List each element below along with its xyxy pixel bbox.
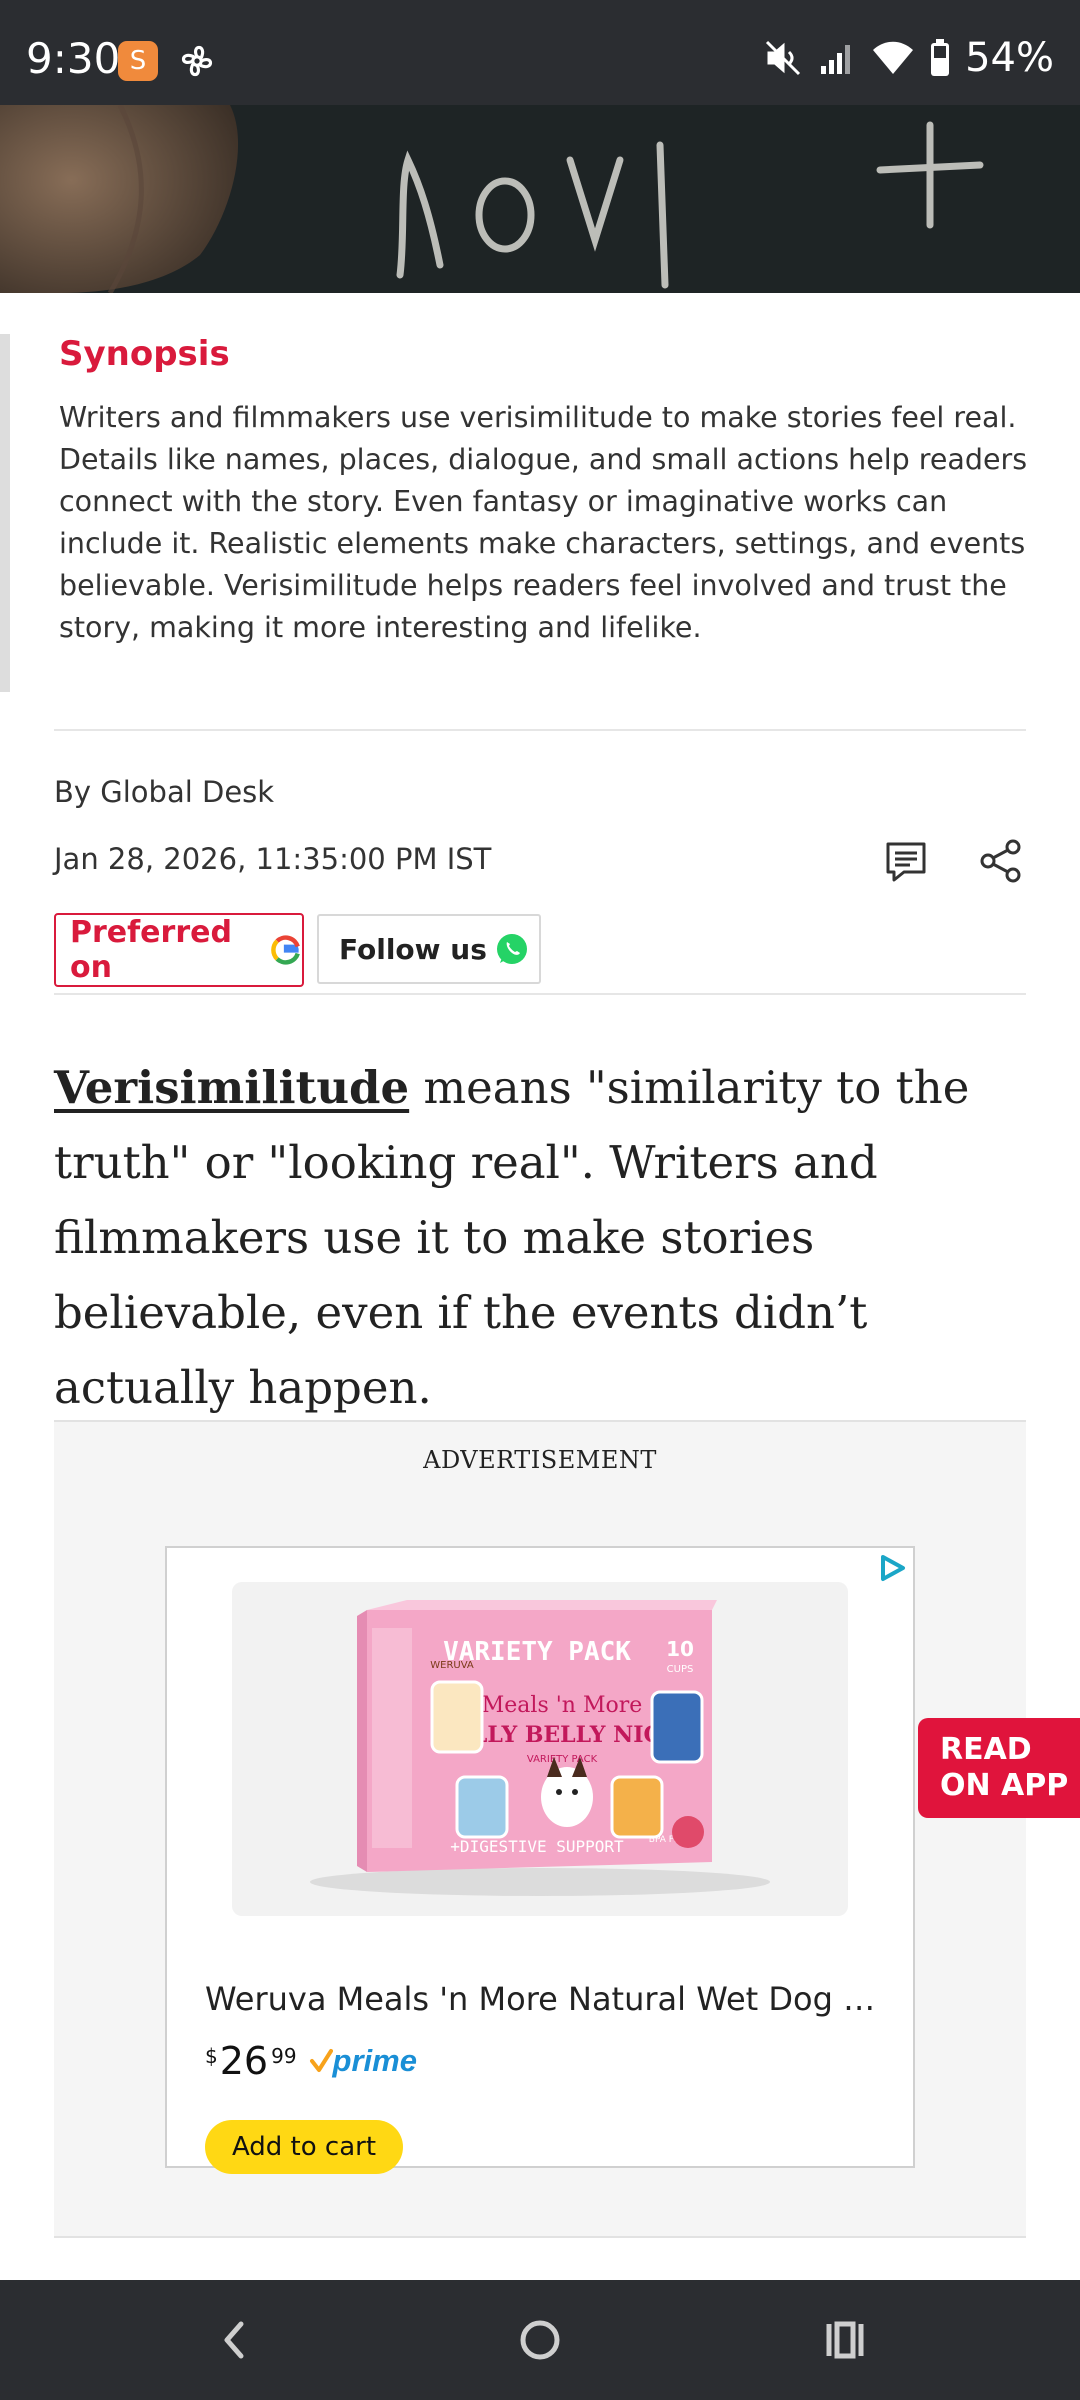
battery-icon (931, 39, 950, 76)
verisimilitude-link[interactable]: Verisimilitude (54, 1061, 409, 1114)
synopsis-title: Synopsis (59, 334, 230, 374)
product-title[interactable]: Weruva Meals 'n More Natural Wet Dog Foo… (205, 1980, 885, 2018)
ad-card[interactable]: VARIETY PACK WERUVA 10 CUPS Meals 'n Mor… (165, 1546, 915, 2174)
pack-count: 10 (666, 1637, 694, 1661)
read-on-app-button[interactable]: READ ON APP (918, 1718, 1080, 1818)
publish-date: Jan 28, 2026, 11:35:00 PM IST (54, 842, 492, 876)
share-icon[interactable] (978, 838, 1024, 884)
follow-us-whatsapp-button[interactable]: Follow us (317, 914, 541, 984)
status-time: 9:30 (26, 34, 121, 83)
comment-icon[interactable] (882, 838, 930, 886)
product-image[interactable]: VARIETY PACK WERUVA 10 CUPS Meals 'n Mor… (232, 1582, 848, 1916)
article-hero-image (0, 105, 1080, 293)
whatsapp-icon (496, 934, 527, 964)
read-on-app-line1: READ (940, 1732, 1032, 1767)
read-on-app-line2: ON APP (940, 1768, 1069, 1803)
battery-percent: 54% (965, 35, 1054, 81)
status-right-group: 54% (763, 34, 1054, 82)
pack-count-label: CUPS (667, 1664, 694, 1675)
wifi-icon (873, 41, 914, 74)
dog-food-box-image: VARIETY PACK WERUVA 10 CUPS Meals 'n Mor… (310, 1600, 770, 1896)
fan-icon (181, 45, 213, 77)
prime-label: prime (332, 2043, 417, 2078)
s-app-icon: S (118, 41, 158, 81)
advertisement-section: ADVERTISEMENT VARIETY PACK WERUVA 10 CUP… (54, 1420, 1026, 2238)
preferred-on-google-button[interactable]: Preferred on (54, 913, 304, 987)
pack-line5: +DIGESTIVE SUPPORT (450, 1837, 624, 1856)
adchoices-icon[interactable] (875, 1552, 909, 1584)
pack-brand: WERUVA (430, 1660, 474, 1671)
chalkboard-image (0, 105, 1080, 293)
back-icon[interactable] (205, 2310, 265, 2370)
google-icon (271, 935, 300, 965)
price-whole: 26 (219, 2039, 269, 2083)
preferred-label: Preferred on (70, 915, 232, 985)
pack-line2: Meals 'n More (482, 1693, 643, 1718)
divider (54, 993, 1026, 995)
price-fraction: 99 (271, 2044, 297, 2068)
recents-icon[interactable] (815, 2310, 875, 2370)
prime-check-icon (309, 2049, 333, 2072)
status-bar: 9:30 S 54% (0, 0, 1080, 105)
advertisement-label: ADVERTISEMENT (423, 1446, 657, 1474)
byline: By Global Desk (54, 775, 275, 809)
price-currency: $ (205, 2044, 218, 2068)
product-price: $ 26 99 prime (205, 2040, 417, 2082)
prime-badge: prime (309, 2043, 417, 2079)
pack-line4: VARIETY PACK (527, 1754, 598, 1765)
mute-icon (766, 40, 801, 76)
divider (54, 729, 1026, 731)
add-to-cart-button[interactable]: Add to cart (205, 2120, 403, 2174)
follow-label: Follow us (339, 932, 487, 966)
article-lead-paragraph: Verisimilitude means "similarity to the … (54, 1050, 1044, 1425)
synopsis-text: Writers and filmmakers use verisimilitud… (59, 401, 1028, 644)
signal-icon (821, 45, 851, 74)
home-icon[interactable] (510, 2310, 570, 2370)
system-navigation-bar (0, 2280, 1080, 2400)
synopsis-accent-bar (0, 334, 10, 692)
